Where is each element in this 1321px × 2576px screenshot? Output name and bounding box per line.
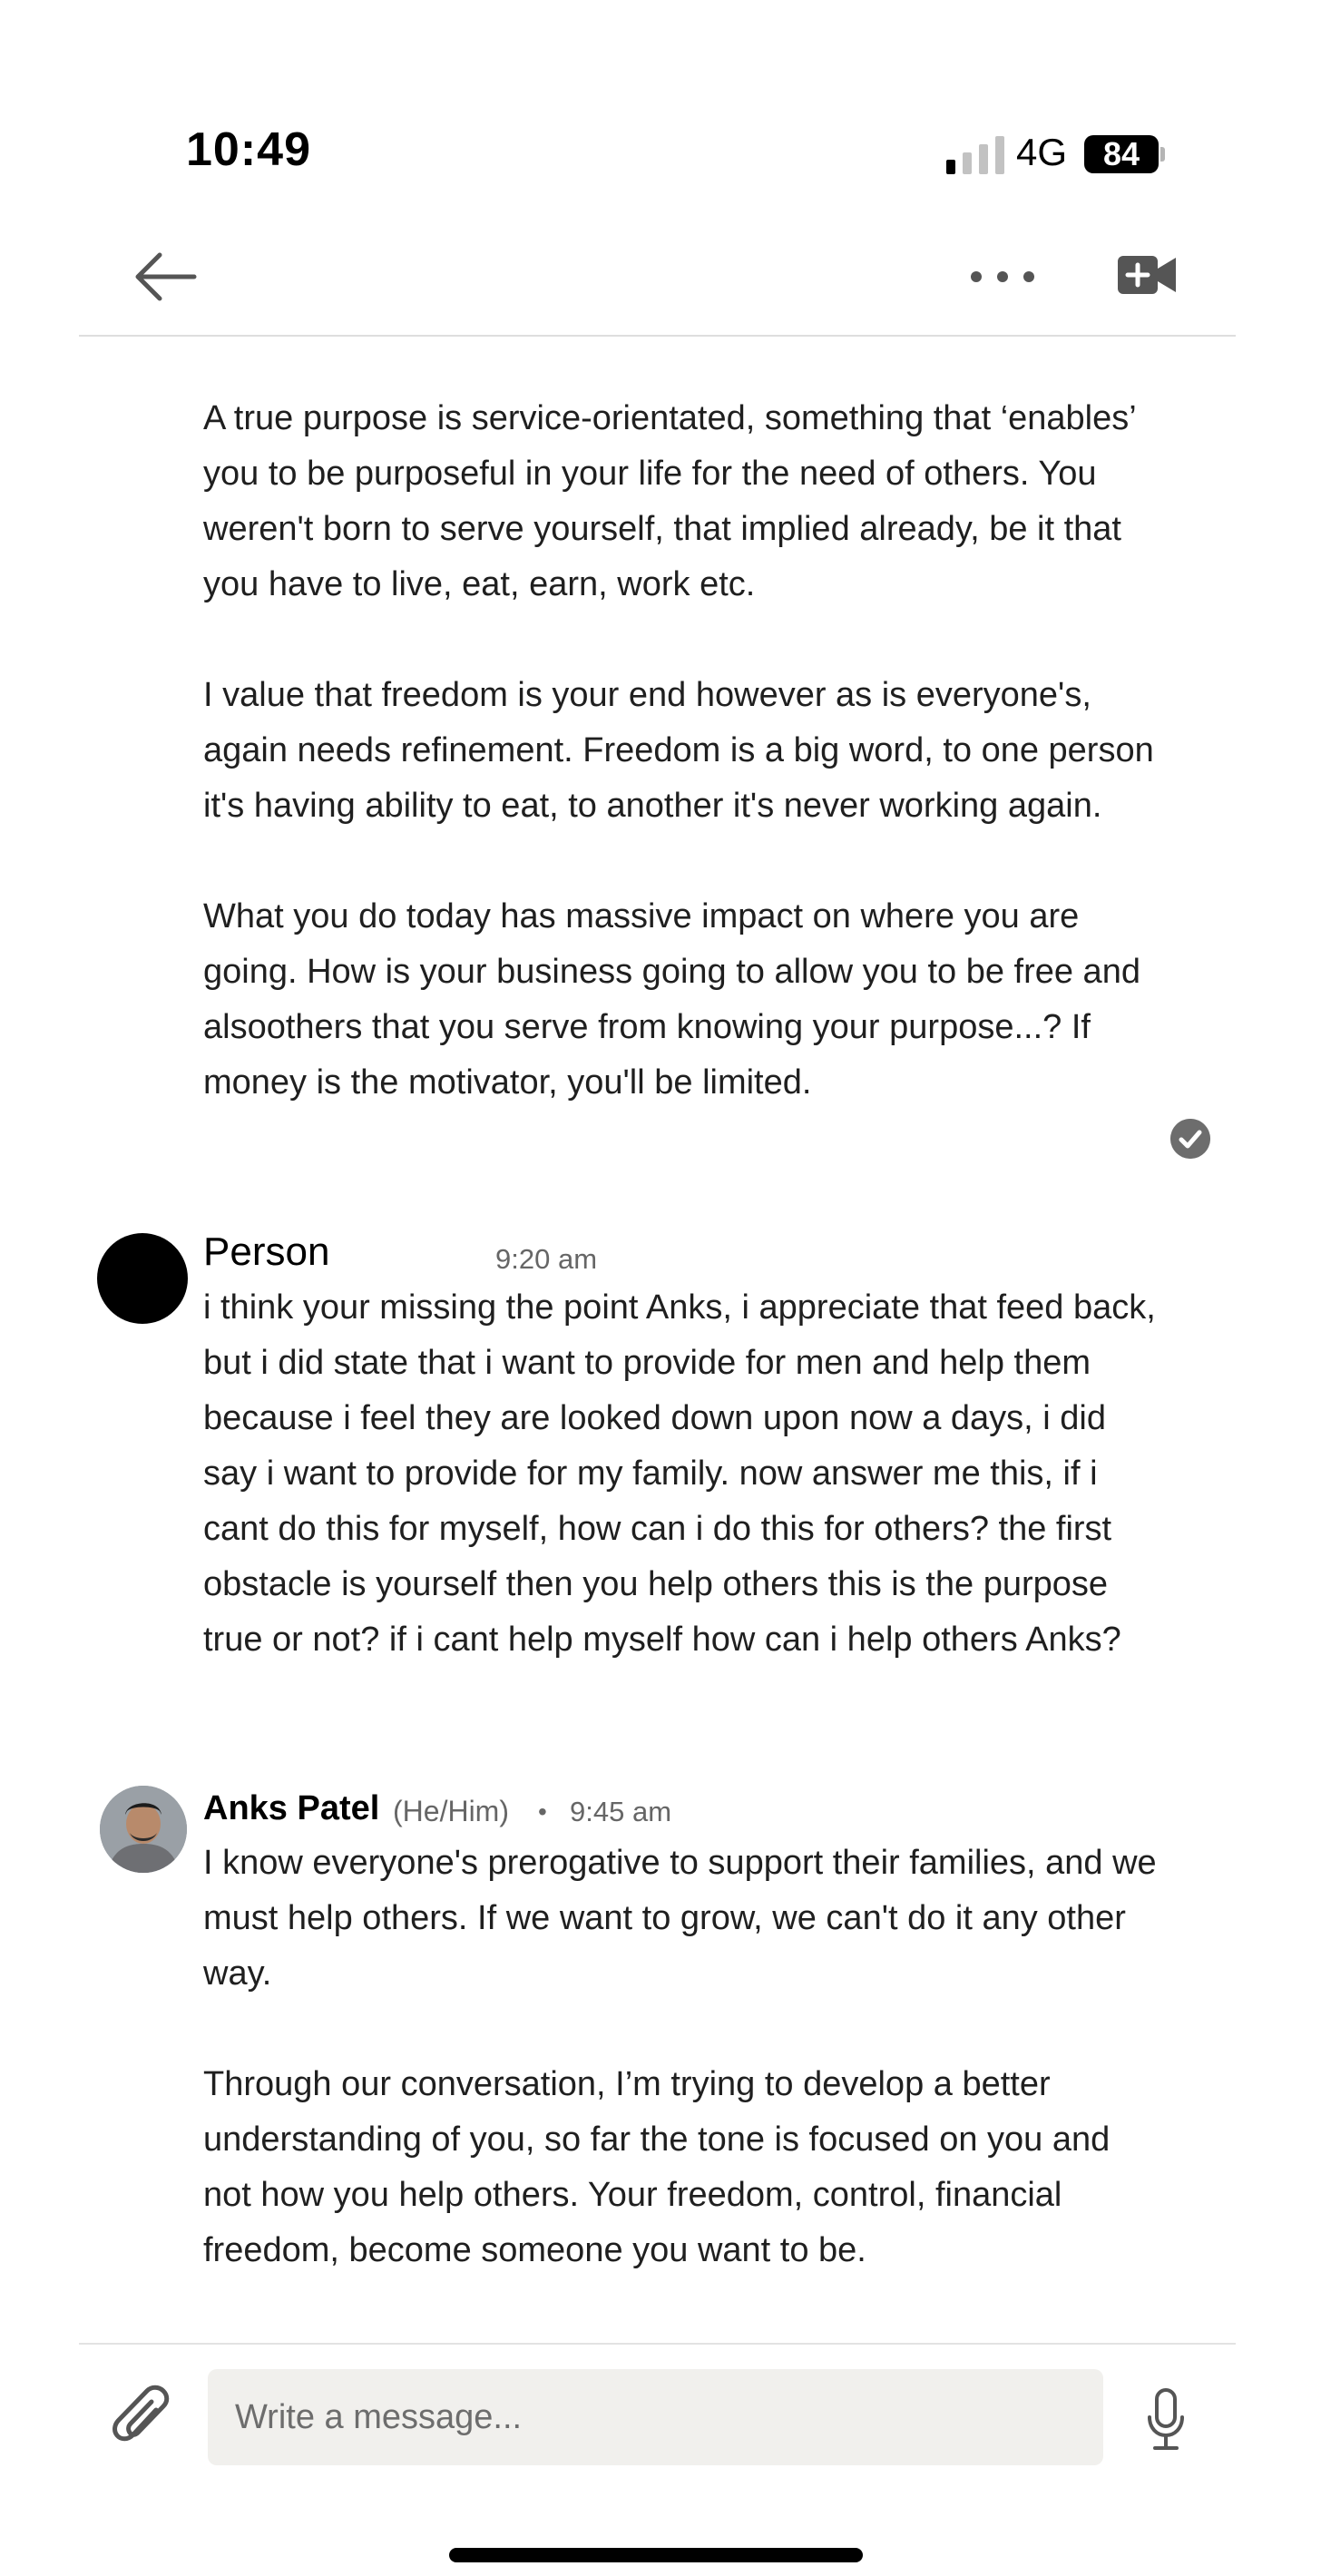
read-receipt-check-icon bbox=[1170, 1119, 1210, 1159]
paperclip-icon bbox=[113, 2385, 170, 2442]
more-options-button[interactable] bbox=[966, 254, 1039, 299]
battery-level: 84 bbox=[1084, 135, 1159, 173]
back-button[interactable] bbox=[129, 245, 201, 309]
microphone-icon bbox=[1148, 2388, 1184, 2450]
network-type: 4G bbox=[1016, 131, 1068, 173]
sender-name[interactable]: Anks Patel bbox=[203, 1789, 379, 1828]
message-input[interactable] bbox=[208, 2369, 1103, 2465]
sender-pronouns: (He/Him) bbox=[393, 1795, 509, 1827]
battery-percent: 84 bbox=[1102, 135, 1140, 172]
voice-message-button[interactable] bbox=[1143, 2386, 1189, 2454]
message-paragraph: I know everyone's prerogative to support… bbox=[203, 1844, 1157, 1993]
home-indicator bbox=[449, 2548, 863, 2562]
separator-dot: • bbox=[538, 1797, 547, 1826]
message-paragraph: I value that freedom is your end however… bbox=[203, 676, 1154, 825]
status-time: 10:49 bbox=[186, 123, 311, 176]
message-body: I know everyone's prerogative to support… bbox=[203, 1836, 1165, 2278]
battery-tip bbox=[1160, 147, 1165, 162]
sender-name[interactable]: Person bbox=[203, 1229, 329, 1275]
arrow-left-icon bbox=[135, 252, 197, 301]
message-body: i think your missing the point Anks, i a… bbox=[203, 1280, 1165, 1668]
message-timestamp: 9:45 am bbox=[570, 1796, 672, 1827]
message-timestamp: 9:20 am bbox=[495, 1243, 598, 1275]
video-call-button[interactable] bbox=[1116, 252, 1179, 298]
attach-button[interactable] bbox=[111, 2383, 174, 2455]
avatar[interactable] bbox=[97, 1233, 188, 1324]
profile-photo bbox=[100, 1786, 187, 1873]
header-divider bbox=[79, 335, 1236, 337]
message-body: A true purpose is service-orientated, so… bbox=[203, 391, 1165, 1111]
video-plus-icon bbox=[1118, 256, 1176, 294]
message-paragraph: What you do today has massive impact on … bbox=[203, 897, 1140, 1102]
composer-divider bbox=[79, 2343, 1236, 2345]
message-paragraph: A true purpose is service-orientated, so… bbox=[203, 399, 1136, 603]
avatar[interactable] bbox=[100, 1786, 187, 1873]
message-paragraph: Through our conversation, I’m trying to … bbox=[203, 2065, 1111, 2269]
ellipsis-icon bbox=[971, 271, 1034, 282]
signal-strength-icon bbox=[946, 136, 1004, 174]
message-paragraph: i think your missing the point Anks, i a… bbox=[203, 1288, 1156, 1659]
